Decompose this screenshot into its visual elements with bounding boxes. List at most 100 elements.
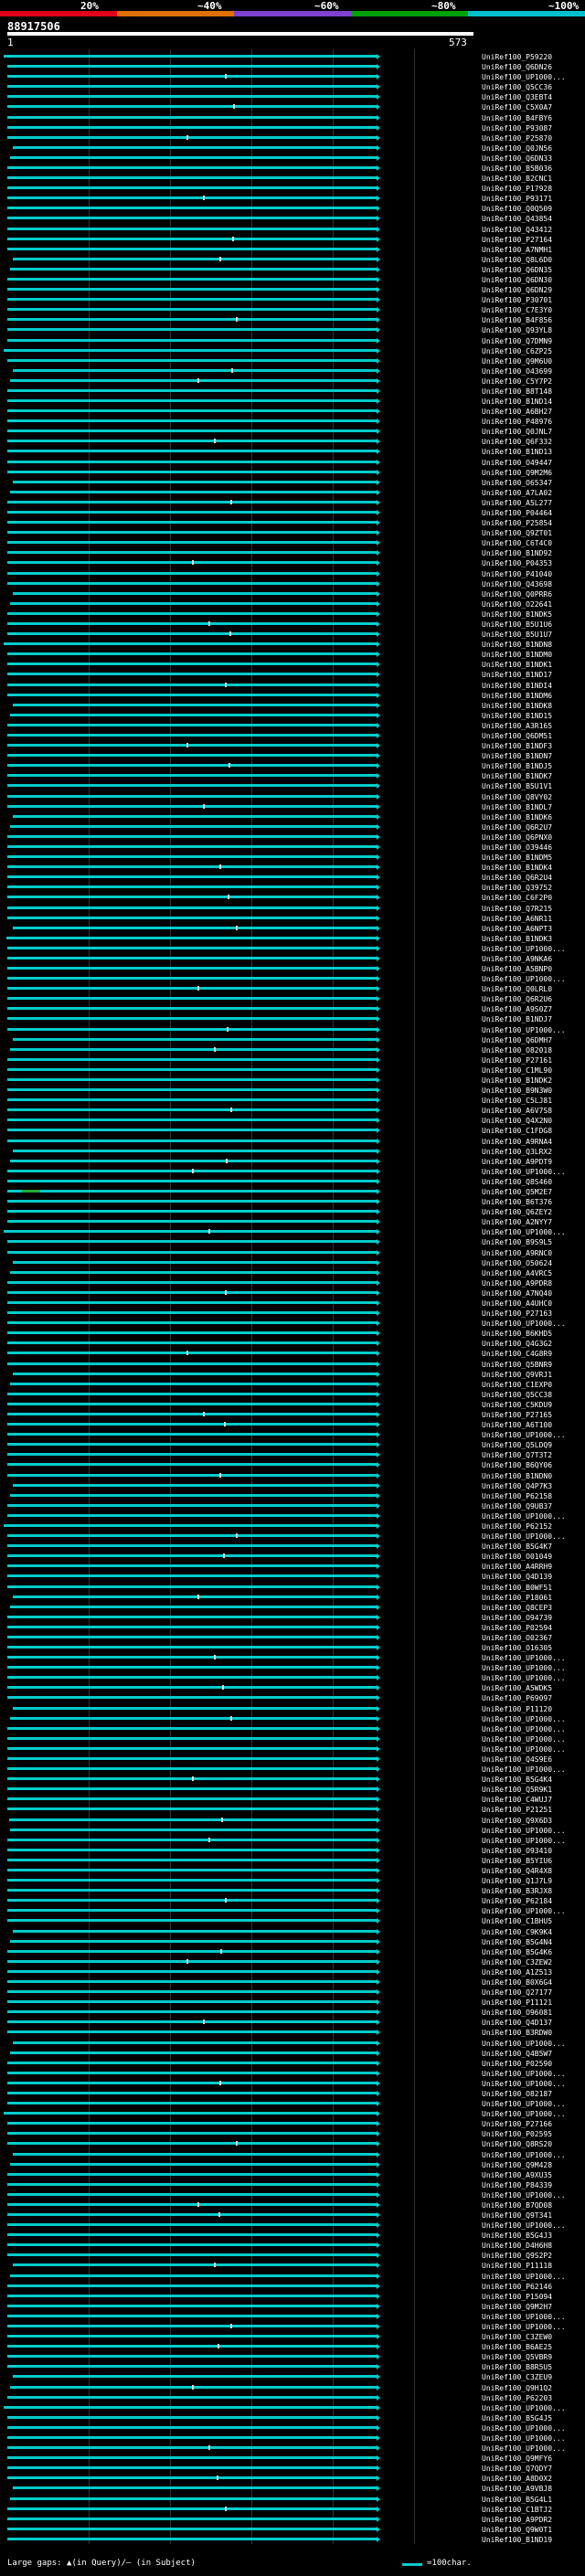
hit-label[interactable]: UniRef100_Q7R215 <box>482 905 552 913</box>
hit-label[interactable]: UniRef100_A3R165 <box>482 722 552 730</box>
hit-label[interactable]: UniRef100_O49447 <box>482 459 552 467</box>
hit-label[interactable]: UniRef100_UP1000... <box>482 1725 566 1733</box>
hit-label[interactable]: UniRef100_Q0PRR6 <box>482 590 552 599</box>
hit-label[interactable]: UniRef100_Q9ZT01 <box>482 529 552 537</box>
hit-label[interactable]: UniRef100_B5U1U6 <box>482 620 552 629</box>
hit-label[interactable]: UniRef100_UP1000... <box>482 1654 566 1662</box>
hit-label[interactable]: UniRef100_A9RNC0 <box>482 1249 552 1257</box>
hit-label[interactable]: UniRef100_A7NQ40 <box>482 1289 552 1298</box>
hit-label[interactable]: UniRef100_B1NDJ5 <box>482 762 552 770</box>
hit-label[interactable]: UniRef100_B5U1U7 <box>482 631 552 639</box>
hit-label[interactable]: UniRef100_Q6DN30 <box>482 276 552 284</box>
hit-label[interactable]: UniRef100_P69097 <box>482 1694 552 1702</box>
hit-label[interactable]: UniRef100_C6T4C0 <box>482 539 552 547</box>
hit-label[interactable]: UniRef100_B1NDF3 <box>482 742 552 750</box>
hit-label[interactable]: UniRef100_B1NDK2 <box>482 1076 552 1085</box>
hit-label[interactable]: UniRef100_UP1000... <box>482 2040 566 2048</box>
hit-label[interactable]: UniRef100_B1NDK6 <box>482 813 552 822</box>
hit-label[interactable]: UniRef100_Q39752 <box>482 884 552 892</box>
hit-label[interactable]: UniRef100_C1BHU5 <box>482 1917 552 1925</box>
hit-label[interactable]: UniRef100_P93087 <box>482 124 552 133</box>
hit-label[interactable]: UniRef100_P02595 <box>482 2130 552 2138</box>
hit-label[interactable]: UniRef100_B8T148 <box>482 387 552 396</box>
hit-label[interactable]: UniRef100_Q6R2U4 <box>482 874 552 882</box>
hit-label[interactable]: UniRef100_Q6R2U7 <box>482 823 552 832</box>
hit-label[interactable]: UniRef100_B1NDK7 <box>482 772 552 780</box>
hit-label[interactable]: UniRef100_A9PDR8 <box>482 1279 552 1288</box>
hit-label[interactable]: UniRef100_C1ML90 <box>482 1066 552 1075</box>
hit-label[interactable]: UniRef100_C4WUJ7 <box>482 1796 552 1804</box>
hit-label[interactable]: UniRef100_UP1000... <box>482 1320 566 1328</box>
hit-label[interactable]: UniRef100_B1NDK4 <box>482 864 552 872</box>
hit-label[interactable]: UniRef100_Q3EBT4 <box>482 93 552 101</box>
hit-label[interactable]: UniRef100_B1ND15 <box>482 712 552 720</box>
hit-label[interactable]: UniRef100_B1NDK3 <box>482 935 552 943</box>
hit-label[interactable]: UniRef100_A4RRH9 <box>482 1563 552 1571</box>
hit-label[interactable]: UniRef100_B1ND17 <box>482 671 552 679</box>
hit-label[interactable]: UniRef100_B6QY06 <box>482 1461 552 1469</box>
hit-label[interactable]: UniRef100_P41040 <box>482 570 552 578</box>
hit-label[interactable]: UniRef100_UP1000... <box>482 1532 566 1541</box>
hit-label[interactable]: UniRef100_Q9UB37 <box>482 1502 552 1511</box>
hit-label[interactable]: UniRef100_P93171 <box>482 195 552 203</box>
hit-label[interactable]: UniRef100_Q6DN29 <box>482 286 552 294</box>
hit-label[interactable]: UniRef100_UP1000... <box>482 2434 566 2443</box>
hit-label[interactable]: UniRef100_P59220 <box>482 53 552 61</box>
hit-label[interactable]: UniRef100_Q9M6U0 <box>482 357 552 366</box>
hit-label[interactable]: UniRef100_Q43412 <box>482 226 552 234</box>
hit-label[interactable]: UniRef100_Q8RS20 <box>482 2140 552 2148</box>
hit-label[interactable]: UniRef100_C1BTJ2 <box>482 2506 552 2514</box>
hit-label[interactable]: UniRef100_B6KHD5 <box>482 1330 552 1338</box>
hit-label[interactable]: UniRef100_Q4R4X8 <box>482 1867 552 1875</box>
hit-label[interactable]: UniRef100_Q1J7L9 <box>482 1877 552 1885</box>
hit-label[interactable]: UniRef100_B1NDJ7 <box>482 1015 552 1023</box>
hit-label[interactable]: UniRef100_UP1000... <box>482 1907 566 1915</box>
hit-label[interactable]: UniRef100_P27165 <box>482 1411 552 1419</box>
hit-label[interactable]: UniRef100_C5LJ81 <box>482 1097 552 1105</box>
hit-label[interactable]: UniRef100_A8D0X2 <box>482 2475 552 2483</box>
hit-label[interactable]: UniRef100_O93410 <box>482 1847 552 1855</box>
hit-label[interactable]: UniRef100_Q43698 <box>482 580 552 588</box>
hit-label[interactable]: UniRef100_A7LA02 <box>482 489 552 497</box>
hit-label[interactable]: UniRef100_UP1000... <box>482 2404 566 2412</box>
hit-label[interactable]: UniRef100_B1NDL7 <box>482 803 552 811</box>
hit-label[interactable]: UniRef100_P62203 <box>482 2394 552 2402</box>
hit-label[interactable]: UniRef100_Q6ZEY2 <box>482 1208 552 1216</box>
hit-label[interactable]: UniRef100_UP1000... <box>482 2191 566 2200</box>
hit-label[interactable]: UniRef100_P04464 <box>482 509 552 517</box>
hit-label[interactable]: UniRef100_O82187 <box>482 2090 552 2098</box>
hit-label[interactable]: UniRef100_B0WF51 <box>482 1584 552 1592</box>
hit-label[interactable]: UniRef100_A4UHC0 <box>482 1299 552 1308</box>
hit-label[interactable]: UniRef100_Q5CC36 <box>482 83 552 91</box>
hit-label[interactable]: UniRef100_P84339 <box>482 2181 552 2189</box>
hit-label[interactable]: UniRef100_UP1000... <box>482 2110 566 2118</box>
hit-label[interactable]: UniRef100_C6F2P0 <box>482 894 552 902</box>
hit-label[interactable]: UniRef100_C7E3Y0 <box>482 306 552 314</box>
hit-label[interactable]: UniRef100_UP1000... <box>482 2313 566 2321</box>
hit-label[interactable]: UniRef100_Q9W0T1 <box>482 2526 552 2534</box>
hit-label[interactable]: UniRef100_A9XU35 <box>482 2171 552 2179</box>
hit-label[interactable]: UniRef100_P30701 <box>482 296 552 304</box>
hit-label[interactable]: UniRef100_C5X0A7 <box>482 103 552 111</box>
hit-label[interactable]: UniRef100_A6BH27 <box>482 408 552 416</box>
hit-label[interactable]: UniRef100_P02594 <box>482 1624 552 1632</box>
hit-label[interactable]: UniRef100_B5G4K6 <box>482 1948 552 1956</box>
hit-label[interactable]: UniRef100_O16305 <box>482 1644 552 1652</box>
hit-label[interactable]: UniRef100_C1FDG8 <box>482 1127 552 1135</box>
hit-label[interactable]: UniRef100_B9S9L5 <box>482 1238 552 1246</box>
hit-label[interactable]: UniRef100_UP1000... <box>482 1168 566 1176</box>
hit-label[interactable]: UniRef100_B1NDN0 <box>482 1472 552 1480</box>
hit-label[interactable]: UniRef100_Q8S460 <box>482 1178 552 1186</box>
hit-label[interactable]: UniRef100_C9K9K4 <box>482 1928 552 1936</box>
hit-label[interactable]: UniRef100_B6T376 <box>482 1198 552 1206</box>
hit-label[interactable]: UniRef100_Q9M428 <box>482 2161 552 2169</box>
hit-label[interactable]: UniRef100_O01049 <box>482 1553 552 1561</box>
hit-label[interactable]: UniRef100_Q7DMN9 <box>482 337 552 345</box>
hit-label[interactable]: UniRef100_P48976 <box>482 418 552 426</box>
hit-label[interactable]: UniRef100_C5Y7P2 <box>482 377 552 386</box>
hit-label[interactable]: UniRef100_A6NPT3 <box>482 925 552 933</box>
hit-label[interactable]: UniRef100_B1NDM5 <box>482 853 552 862</box>
hit-label[interactable]: UniRef100_Q5CC38 <box>482 1391 552 1399</box>
hit-label[interactable]: UniRef100_P62184 <box>482 1897 552 1905</box>
hit-label[interactable]: UniRef100_P27166 <box>482 2120 552 2128</box>
